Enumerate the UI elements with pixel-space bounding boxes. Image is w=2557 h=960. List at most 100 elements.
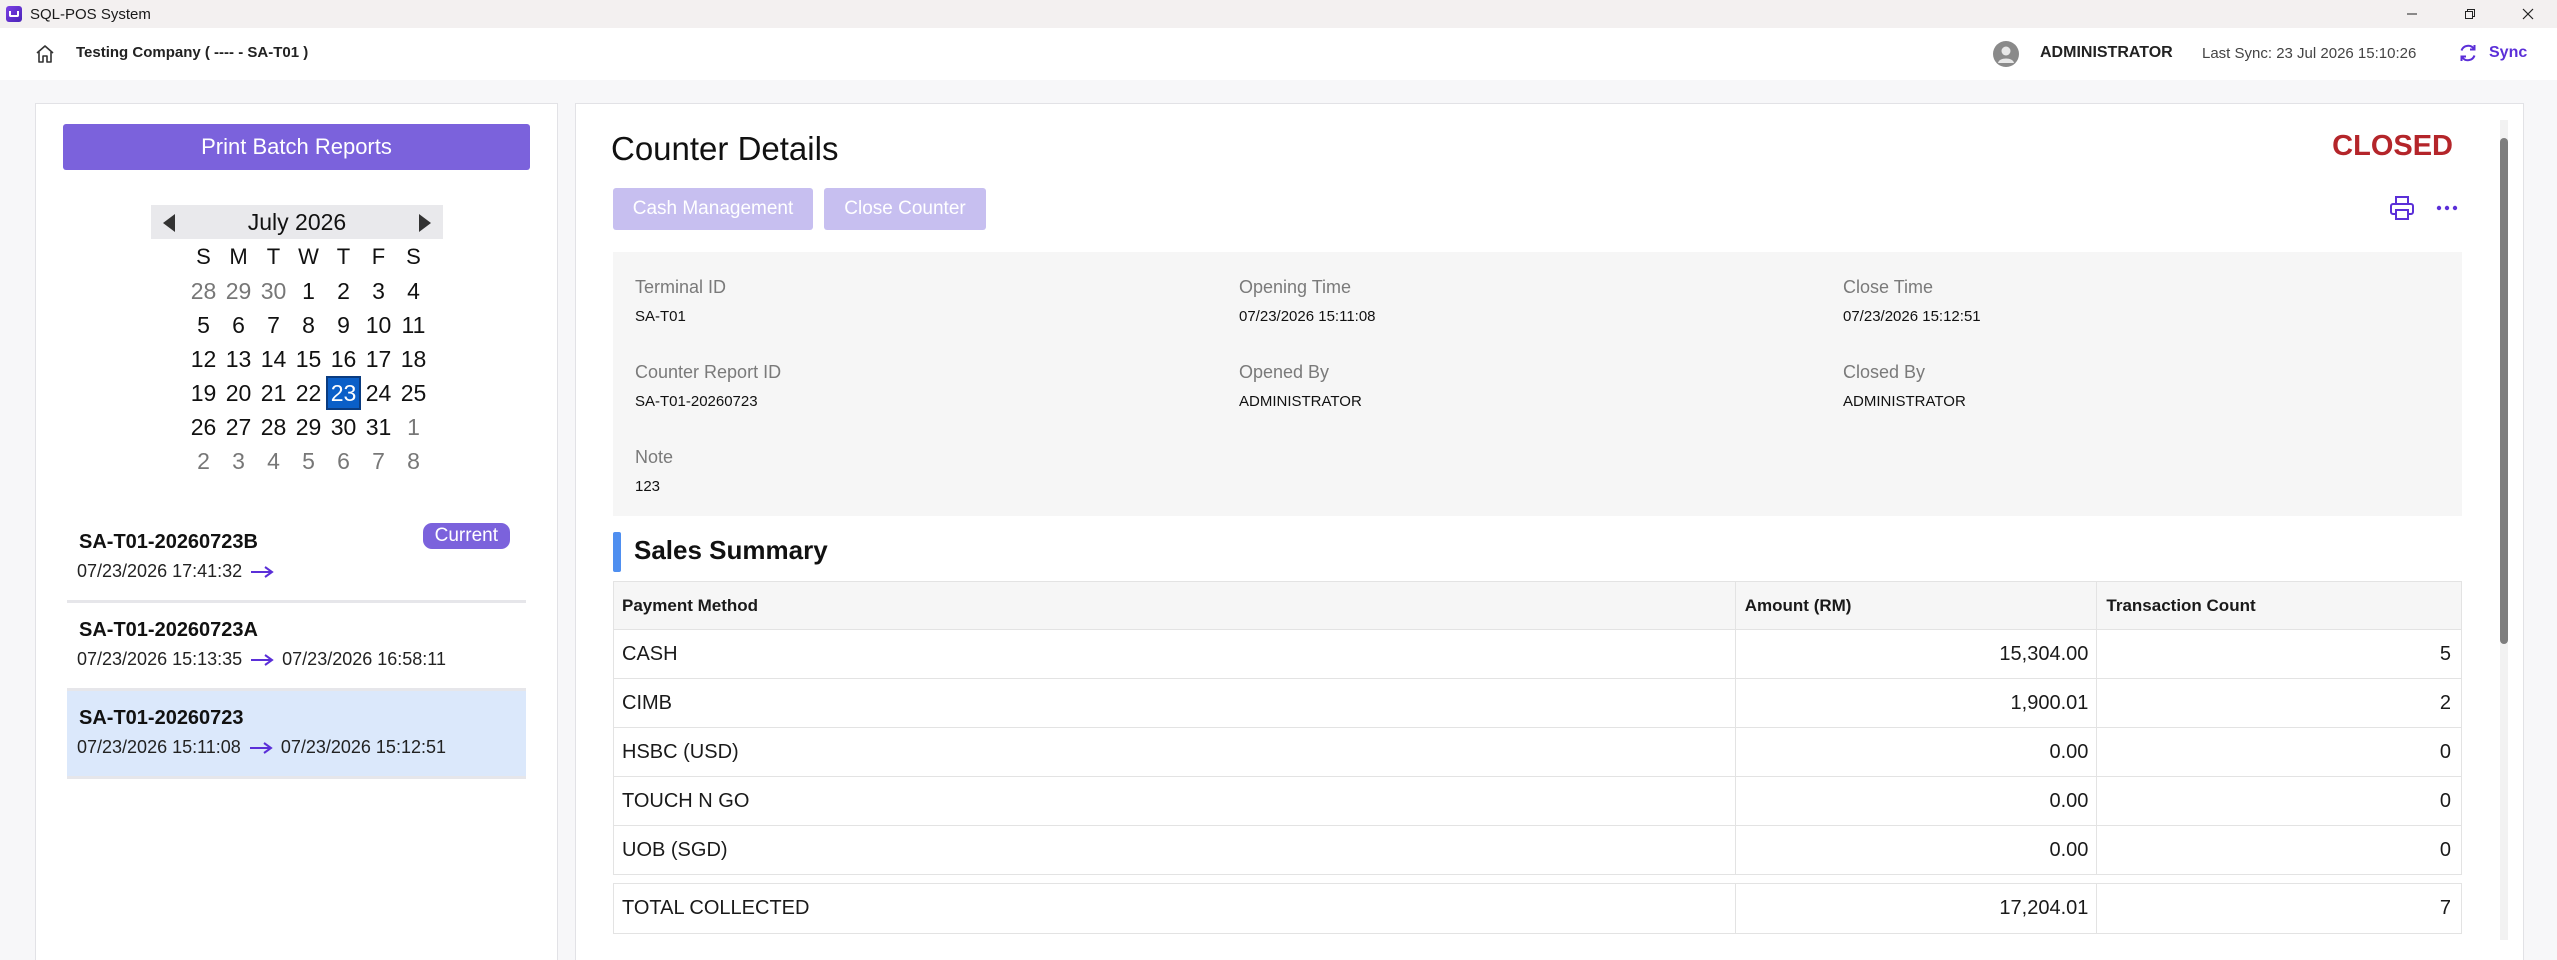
transaction-count-cell: 0 <box>2439 838 2451 861</box>
sales-summary-table: Payment Method Amount (RM) Transaction C… <box>613 581 2462 934</box>
calendar-prev-icon[interactable] <box>163 214 175 232</box>
more-options-icon[interactable] <box>2436 204 2458 212</box>
terminal-id-value: SA-T01 <box>635 308 686 325</box>
table-row[interactable]: TOUCH N GO 0.00 0 <box>614 777 2461 826</box>
calendar-day[interactable]: 6 <box>221 308 256 342</box>
batch-end-time: 07/23/2026 15:12:51 <box>280 737 446 757</box>
restore-button[interactable] <box>2441 0 2499 28</box>
table-row[interactable]: CASH 15,304.00 5 <box>614 630 2461 679</box>
batch-end-time: 07/23/2026 16:58:11 <box>282 649 446 669</box>
calendar-day[interactable]: 12 <box>186 342 221 376</box>
page-title: Counter Details <box>611 130 839 167</box>
calendar-day[interactable]: 8 <box>291 308 326 342</box>
calendar-day[interactable]: 8 <box>396 444 431 478</box>
calendar-day[interactable]: 16 <box>326 342 361 376</box>
batch-list-item[interactable]: SA-T01-20260723B 07/23/2026 17:41:32 Curre… <box>67 515 526 603</box>
batch-list-item[interactable]: SA-T01-20260723 07/23/2026 15:11:08 07/23/… <box>67 691 526 779</box>
batch-list-item[interactable]: SA-T01-20260723A 07/23/2026 15:13:35 07/23… <box>67 603 526 691</box>
calendar-day[interactable]: 14 <box>256 342 291 376</box>
avatar[interactable] <box>1993 41 2019 67</box>
calendar-day[interactable]: 13 <box>221 342 256 376</box>
close-counter-button[interactable]: Close Counter <box>824 188 986 230</box>
calendar-day[interactable]: 18 <box>396 342 431 376</box>
opened-by-value: ADMINISTRATOR <box>1239 393 1362 410</box>
batch-time-range: 07/23/2026 17:41:32 <box>77 561 274 582</box>
calendar-day[interactable]: 20 <box>221 376 256 410</box>
column-header-amount: Amount (RM) <box>1736 582 2098 629</box>
calendar-day[interactable]: 29 <box>291 410 326 444</box>
calendar-day[interactable]: 27 <box>221 410 256 444</box>
transaction-count-cell: 2 <box>2439 691 2451 714</box>
note-value: 123 <box>635 478 661 495</box>
table-separator <box>613 875 2462 884</box>
calendar-day[interactable]: 4 <box>256 444 291 478</box>
calendar-day[interactable]: 26 <box>186 410 221 444</box>
counter-info-block: Terminal ID SA-T01 Opening Time 07/23/20… <box>613 252 2462 516</box>
app-header: Testing Company ( ---- - SA-T01 ) ADMINI… <box>0 28 2557 80</box>
arrow-right-icon <box>251 653 274 666</box>
calendar-day[interactable]: 22 <box>291 376 326 410</box>
calendar-day[interactable]: 7 <box>256 308 291 342</box>
close-window-button[interactable] <box>2499 0 2557 28</box>
close-time-value: 07/23/2026 15:12:51 <box>1843 308 1981 325</box>
calendar-day[interactable]: 5 <box>291 444 326 478</box>
calendar-day[interactable]: 2 <box>326 274 361 308</box>
column-header-payment-method: Payment Method <box>614 582 1736 629</box>
opening-time-label: Opening Time <box>1239 277 1352 297</box>
printer-icon[interactable] <box>2388 194 2416 222</box>
calendar-day[interactable]: 2 <box>186 444 221 478</box>
batch-start-time: 07/23/2026 17:41:32 <box>77 561 243 581</box>
print-batch-reports-button[interactable]: Print Batch Reports <box>63 124 530 170</box>
last-sync-text: Last Sync: 23 Jul 2026 15:10:26 <box>2202 45 2417 62</box>
calendar-day[interactable]: 3 <box>221 444 256 478</box>
scrollbar-thumb[interactable] <box>2500 138 2508 644</box>
calendar-day[interactable]: 1 <box>291 274 326 308</box>
sync-button[interactable]: Sync <box>2489 44 2527 62</box>
calendar-title[interactable]: July 2026 <box>248 209 346 236</box>
title-bar: SQL-POS System <box>0 0 2557 28</box>
calendar-day[interactable]: 21 <box>256 376 291 410</box>
calendar-weekday: T <box>266 244 281 269</box>
calendar-day[interactable]: 9 <box>326 308 361 342</box>
cash-management-button[interactable]: Cash Management <box>613 188 813 230</box>
calendar-day[interactable]: 7 <box>361 444 396 478</box>
payment-method-cell: CASH <box>614 630 1736 678</box>
amount-cell: 0.00 <box>1736 826 2098 874</box>
calendar-day[interactable]: 28 <box>186 274 221 308</box>
transaction-count-cell: 0 <box>2439 740 2451 763</box>
amount-cell: 0.00 <box>1736 728 2098 776</box>
calendar-day[interactable]: 4 <box>396 274 431 308</box>
calendar-day[interactable]: 19 <box>186 376 221 410</box>
table-row[interactable]: HSBC (USD) 0.00 0 <box>614 728 2461 777</box>
minimize-icon <box>2407 13 2417 15</box>
calendar-day[interactable]: 1 <box>396 410 431 444</box>
calendar-weekday: T <box>336 244 351 269</box>
terminal-id-label: Terminal ID <box>635 277 727 297</box>
home-icon[interactable] <box>34 43 56 65</box>
calendar-next-icon[interactable] <box>419 214 431 232</box>
calendar-day[interactable]: 31 <box>361 410 396 444</box>
calendar-day[interactable]: 23 <box>326 376 361 410</box>
payment-method-cell: HSBC (USD) <box>614 728 1736 776</box>
calendar-day[interactable]: 28 <box>256 410 291 444</box>
batch-id: SA-T01-20260723 <box>79 707 244 729</box>
calendar-day[interactable]: 17 <box>361 342 396 376</box>
calendar-day[interactable]: 30 <box>326 410 361 444</box>
table-row[interactable]: UOB (SGD) 0.00 0 <box>614 826 2461 875</box>
table-row[interactable]: CIMB 1,900.01 2 <box>614 679 2461 728</box>
minimize-button[interactable] <box>2383 0 2441 28</box>
calendar-day[interactable]: 29 <box>221 274 256 308</box>
calendar-day[interactable]: 5 <box>186 308 221 342</box>
current-badge: Current <box>422 523 510 549</box>
calendar-header: July 2026 <box>151 205 443 239</box>
calendar-day[interactable]: 10 <box>361 308 396 342</box>
calendar-day[interactable]: 3 <box>361 274 396 308</box>
sync-icon[interactable] <box>2457 42 2479 64</box>
calendar-day[interactable]: 30 <box>256 274 291 308</box>
calendar-day[interactable]: 15 <box>291 342 326 376</box>
calendar-day[interactable]: 25 <box>396 376 431 410</box>
calendar-day[interactable]: 6 <box>326 444 361 478</box>
calendar-day[interactable]: 24 <box>361 376 396 410</box>
calendar-day[interactable]: 11 <box>396 308 431 342</box>
batch-time-range: 07/23/2026 15:11:08 07/23/2026 15:12:51 <box>77 737 446 758</box>
